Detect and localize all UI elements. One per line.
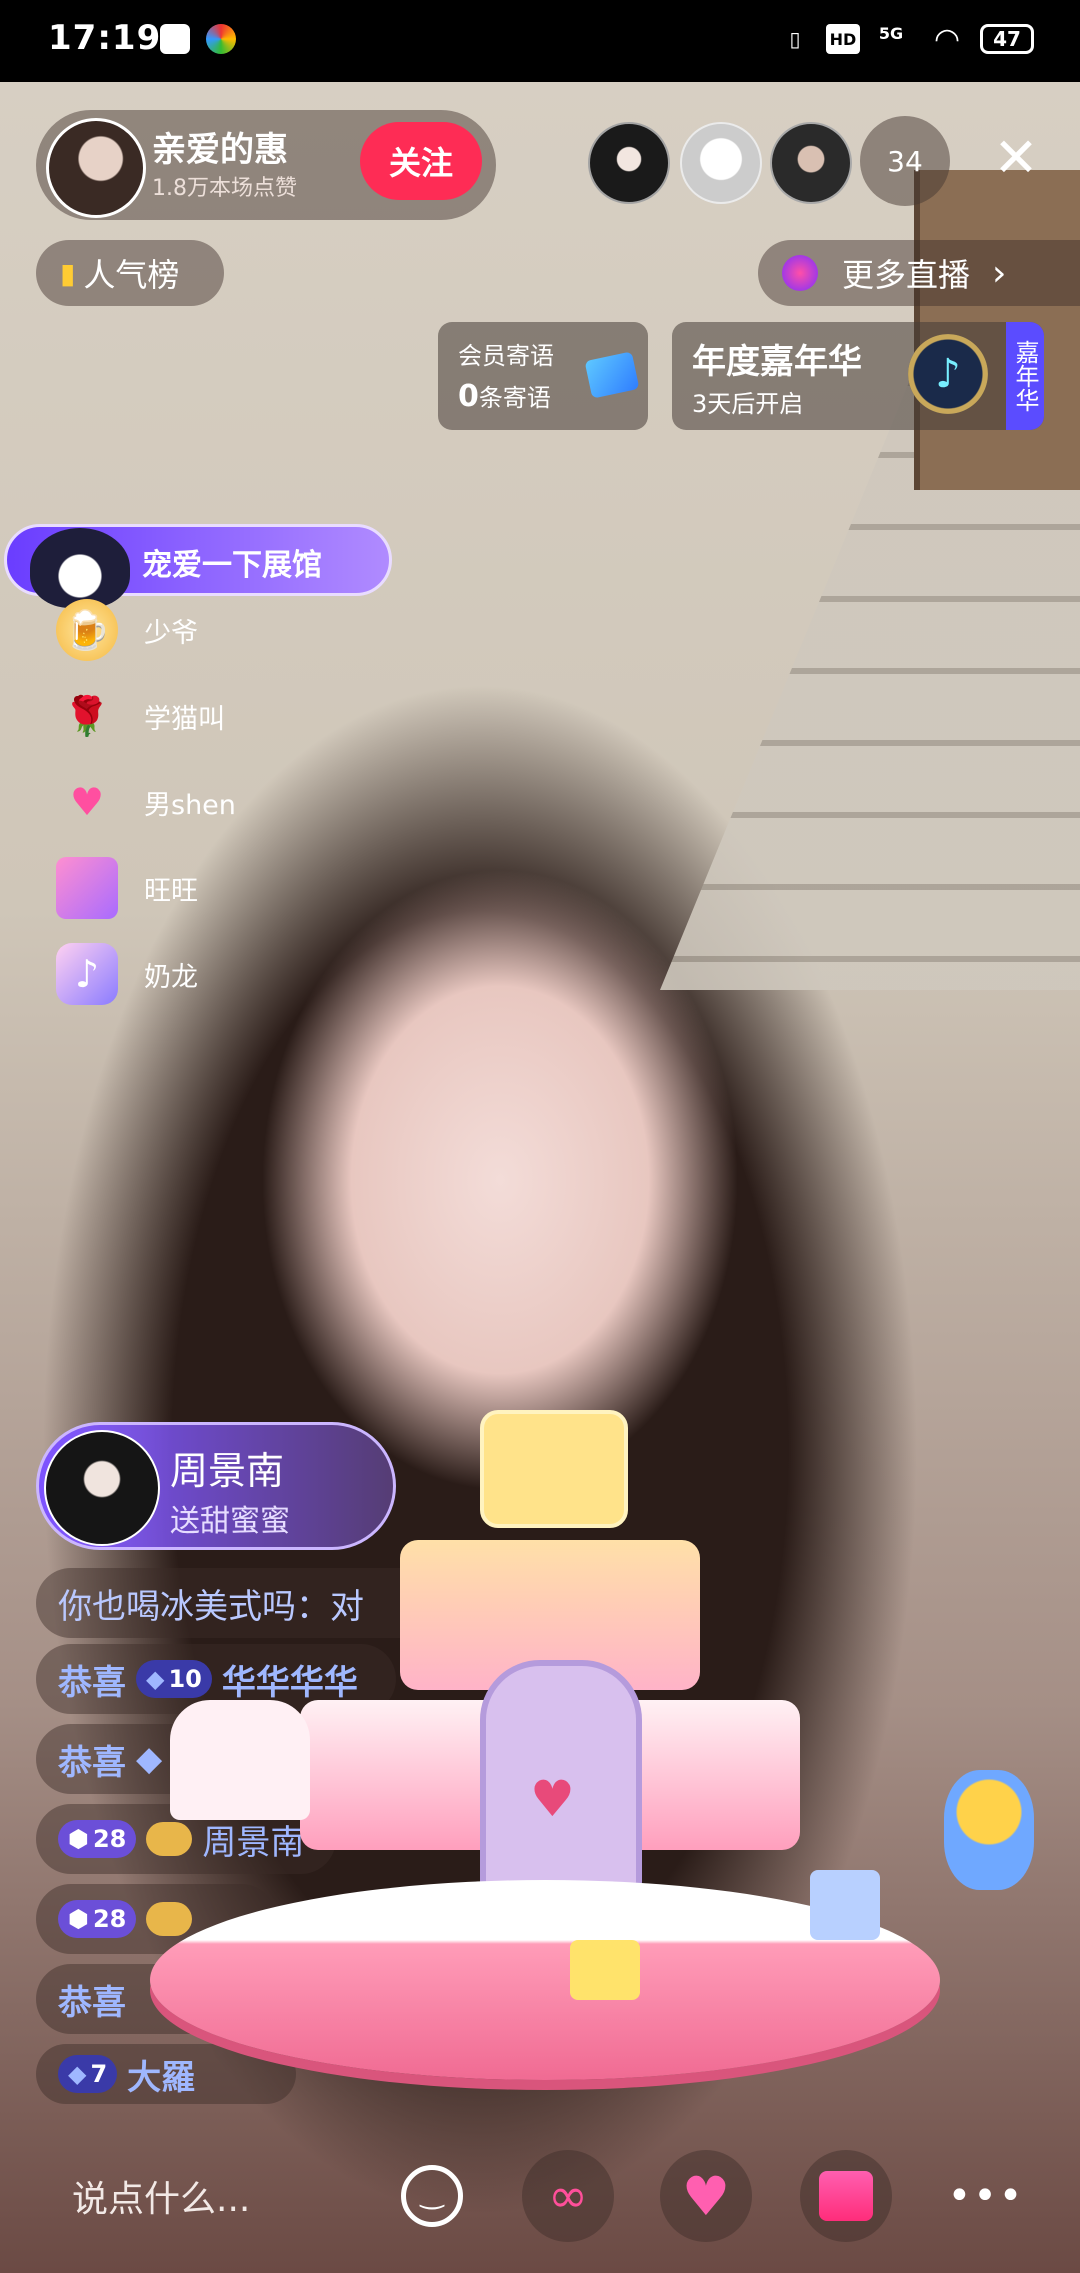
hd-icon: HD bbox=[826, 24, 860, 54]
cake-tier-top bbox=[480, 1410, 628, 1528]
gift-giver-row[interactable]: ♥ 男shen bbox=[56, 766, 236, 838]
mailbox-decoration bbox=[170, 1700, 310, 1820]
app-icon bbox=[206, 24, 236, 54]
gift-giver-name: 奶龙 bbox=[144, 961, 198, 993]
chat-prefix: 恭喜 bbox=[58, 1662, 126, 1703]
level-value: 7 bbox=[90, 2060, 108, 2088]
gift-giver-row[interactable]: 🌹 学猫叫 bbox=[56, 680, 225, 752]
member-message-panel[interactable]: 会员寄语 0条寄语 bbox=[438, 322, 648, 430]
more-live-label: 更多直播 bbox=[842, 256, 971, 294]
cake-gift-animation: ♥ bbox=[150, 1400, 940, 2090]
chat-prefix: 恭喜 bbox=[58, 1742, 126, 1783]
host-avatar[interactable] bbox=[46, 118, 146, 218]
level-value: 28 bbox=[92, 1905, 127, 1933]
tiktok-icon: ♪ bbox=[908, 334, 988, 414]
close-icon[interactable]: ✕ bbox=[988, 130, 1044, 186]
comment-input[interactable]: 说点什么... bbox=[40, 2150, 400, 2242]
host-likes: 1.8万本场点赞 bbox=[152, 176, 297, 201]
gift-giver-name: 旺旺 bbox=[144, 875, 198, 907]
gift-giver-name: 少爷 bbox=[144, 617, 198, 649]
gift-box-decoration bbox=[570, 1940, 640, 2000]
carnival-tag: 嘉年华 bbox=[1006, 322, 1044, 430]
popularity-label: 人气榜 bbox=[83, 256, 180, 294]
pet-hall-label: 宠爱一下展馆 bbox=[142, 548, 322, 583]
rose-icon: 🌹 bbox=[63, 693, 111, 738]
more-icon[interactable]: ••• bbox=[940, 2150, 1032, 2242]
chevron-right-icon: › bbox=[992, 252, 1007, 294]
comment-placeholder: 说点什么... bbox=[72, 2179, 251, 2220]
viewer-avatar[interactable] bbox=[680, 122, 762, 204]
gift-giver-name: 男shen bbox=[144, 789, 236, 821]
follow-button[interactable]: 关注 bbox=[360, 122, 482, 200]
gift-giver-row[interactable]: 旺旺 bbox=[56, 852, 198, 924]
level-badge: ⬢ 28 bbox=[58, 1820, 137, 1858]
carnival-title: 年度嘉年华 bbox=[692, 342, 862, 382]
gift-box-decoration bbox=[810, 1870, 880, 1940]
message-icon bbox=[160, 24, 190, 54]
link-mic-icon[interactable]: ∞ bbox=[522, 2150, 614, 2242]
bar-chart-icon: ▮ bbox=[60, 256, 76, 290]
member-message-count: 0 bbox=[458, 379, 479, 414]
emoji-icon[interactable]: ‿ bbox=[386, 2150, 478, 2242]
carnival-panel[interactable]: 年度嘉年华 3天后开启 ♪ 嘉年华 bbox=[672, 322, 1044, 430]
signal-icon: 5G bbox=[878, 24, 904, 43]
popularity-rank-button[interactable]: ▮ 人气榜 bbox=[36, 240, 224, 306]
gift-giver-name: 学猫叫 bbox=[144, 703, 225, 735]
gem-icon: ⬢ bbox=[68, 1825, 89, 1853]
heart-gift-icon[interactable]: ♥ bbox=[660, 2150, 752, 2242]
heart-icon: ♥ bbox=[69, 780, 105, 824]
beer-icon: 🍺 bbox=[56, 599, 118, 661]
wifi-icon: ◠ bbox=[935, 21, 959, 57]
member-message-unit: 条寄语 bbox=[478, 384, 551, 412]
vibrate-icon: ▯ bbox=[789, 27, 801, 51]
tiktok-note-icon: ♪ bbox=[56, 943, 118, 1005]
diamond-icon: ◆ bbox=[68, 2060, 87, 2088]
mascot-icon[interactable] bbox=[944, 1770, 1034, 1890]
planet-icon bbox=[782, 255, 818, 291]
viewer-count[interactable]: 34 bbox=[860, 116, 950, 206]
more-live-button[interactable]: 更多直播 › bbox=[758, 240, 1080, 306]
gift-icon[interactable] bbox=[800, 2150, 892, 2242]
envelope-icon bbox=[584, 351, 640, 399]
gift-giver-row[interactable]: 🍺 少爷 bbox=[56, 594, 198, 666]
viewer-avatar[interactable] bbox=[770, 122, 852, 204]
status-time: 17:19 bbox=[48, 18, 162, 58]
carnival-subtitle: 3天后开启 bbox=[692, 390, 804, 418]
ticket-icon bbox=[56, 857, 118, 919]
heart-icon: ♥ bbox=[530, 1770, 575, 1828]
gift-giver-row[interactable]: ♪ 奶龙 bbox=[56, 938, 198, 1010]
chat-prefix: 恭喜 bbox=[58, 1982, 126, 2023]
host-name: 亲爱的惠 bbox=[152, 130, 288, 170]
level-badge: ⬢ 28 bbox=[58, 1900, 137, 1938]
level-value: 28 bbox=[92, 1825, 127, 1853]
gift-banner-avatar[interactable] bbox=[44, 1430, 160, 1546]
battery-icon: 47 bbox=[980, 24, 1034, 54]
level-badge: ◆ 7 bbox=[58, 2055, 118, 2093]
gem-icon: ⬢ bbox=[68, 1905, 89, 1933]
viewer-avatar[interactable] bbox=[588, 122, 670, 204]
member-message-title: 会员寄语 bbox=[458, 342, 554, 370]
